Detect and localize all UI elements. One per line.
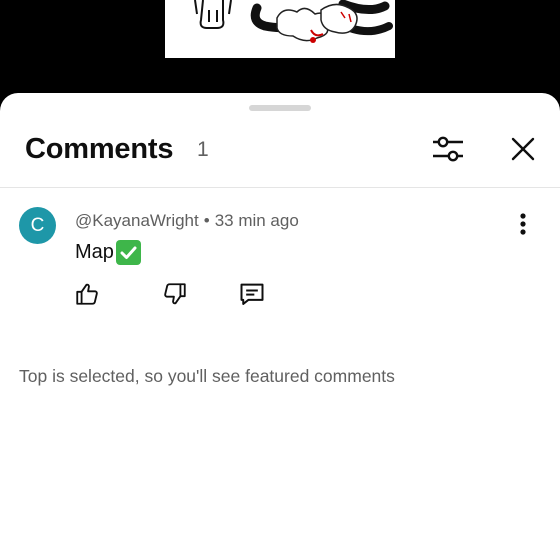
thumb-up-icon (74, 281, 100, 312)
like-button[interactable] (69, 278, 105, 314)
comment-meta: @KayanaWright • 33 min ago (75, 211, 299, 231)
sliders-icon (431, 132, 465, 171)
dislike-button[interactable] (157, 278, 193, 314)
meta-separator: • (203, 211, 210, 230)
avatar-letter: C (30, 214, 45, 236)
comment-item: C @KayanaWright • 33 min ago Map (0, 198, 560, 328)
comment-text-value: Map (75, 241, 114, 263)
comment-author[interactable]: @KayanaWright (75, 211, 199, 230)
check-mark-emoji-icon (115, 240, 141, 265)
comment-time: 33 min ago (214, 211, 299, 230)
avatar[interactable]: C (19, 207, 56, 244)
comment-icon (238, 280, 266, 313)
video-frame-image (165, 0, 395, 58)
reply-button[interactable] (234, 278, 270, 314)
sort-filter-button[interactable] (428, 131, 468, 171)
thumb-down-icon (162, 281, 188, 312)
close-icon (510, 136, 536, 167)
comment-text: Map (75, 240, 141, 265)
comment-more-button[interactable] (508, 208, 538, 244)
drag-handle[interactable] (249, 105, 311, 111)
comments-title: Comments (25, 133, 174, 165)
comments-header: Comments 1 (0, 121, 560, 181)
header-divider (0, 187, 560, 188)
more-vert-icon (519, 212, 527, 240)
comments-sheet: Comments 1 C @KayanaWright • 33 min ago … (0, 93, 560, 560)
sort-info-text: Top is selected, so you'll see featured … (19, 366, 395, 386)
close-button[interactable] (503, 131, 543, 171)
comments-count: 1 (197, 138, 209, 161)
